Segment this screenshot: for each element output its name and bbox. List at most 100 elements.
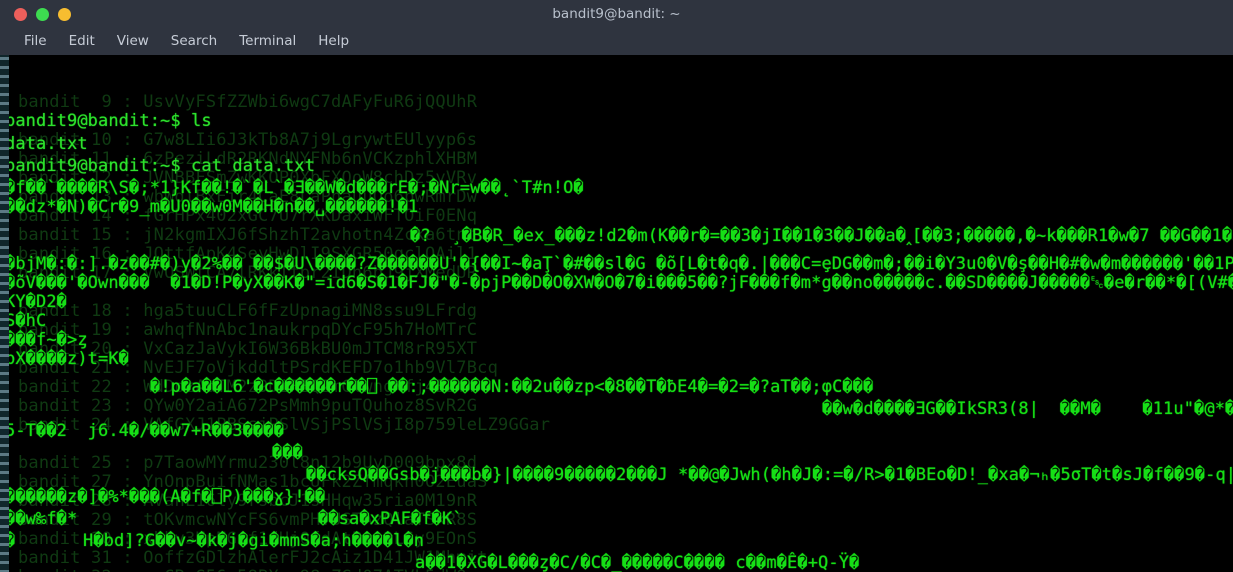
terminal-window: bandit9@bandit: ~ File Edit View Search … xyxy=(0,0,1233,572)
scrollbar-tick xyxy=(0,183,9,186)
scrollbar-tick xyxy=(0,255,9,258)
scrollbar-tick xyxy=(0,309,9,312)
binary-output-line: ���f~�>ȥ xyxy=(5,330,88,350)
scrollbar-tick xyxy=(0,210,9,213)
scrollbar-tick xyxy=(0,552,9,555)
binary-output-line: 5-T��2 j6.4�/��w7+R��3���� xyxy=(5,421,285,441)
scrollback-line: bandit 19 : awhqfNnAbc1naukrpqDYcF95h7Ho… xyxy=(18,320,478,340)
scrollback-line: bandit 27 : YnOnpBuifNMas1bcUFk2Zfmqkh0O… xyxy=(18,472,488,492)
scrollbar-tick xyxy=(0,138,9,141)
scrollbar-tick xyxy=(0,444,9,447)
scrollback-line: bandit 31 : OoffzGDlzhAlerFJ2cAiz1D41JW1… xyxy=(18,548,488,568)
binary-output-line: ��cksQ��Gsb�j���b�}|����9�����2���J *��@… xyxy=(306,465,1233,485)
binary-output-line: ��sa�xPAF�f�K` xyxy=(318,509,463,529)
scrollbar-tick xyxy=(0,480,9,483)
scrollbar-tick xyxy=(0,345,9,348)
terminal-foreground-text: bandit9@bandit:~$ ls data.txt bandit9@band… xyxy=(0,55,1233,572)
scrollbar-tick xyxy=(0,399,9,402)
binary-output-line: ��w�d����ƎG��IkSR3(8| ��M� �11u"�@*�;� xyxy=(822,399,1233,419)
scrollbar-tick xyxy=(0,516,9,519)
title-bar: bandit9@bandit: ~ xyxy=(0,0,1233,28)
scrollbar-tick xyxy=(0,561,9,564)
scrollback-line: bandit 15 : jN2kgmIXJ6fShzhT2avhotn4Zcka… xyxy=(18,225,478,245)
scrollback-line: bandit 10 : G7w8LIi6J3kTb8A7j9LgrywtEUly… xyxy=(18,130,478,150)
scrollback-line: bandit 20 : VxCazJaVykI6W36BkBU0mJTCM8rR… xyxy=(18,339,478,359)
scrollback-line: bandit 24 : VAfGXJ1PBSsjPSlVSjPSlVSjI8p7… xyxy=(18,415,551,435)
scrollbar-tick xyxy=(0,165,9,168)
scrollbar-tick xyxy=(0,75,9,78)
scrollbar-tick xyxy=(0,66,9,69)
scrollbar-tick xyxy=(0,462,9,465)
scrollbar-tick xyxy=(0,84,9,87)
scrollback-line: bandit 18 : hga5tuuCLF6fFzUpnagiMN8ssu9L… xyxy=(18,301,478,321)
command-output-line: data.txt xyxy=(5,134,88,154)
menu-item-search[interactable]: Search xyxy=(160,31,228,52)
scrollback-line: bandit 25 : p7TaowMYrmu230l8n12b9UyD009b… xyxy=(18,453,478,473)
scrollback-line: bandit 32 : rmCBvG56y58BXzv98yZGd07ATVL5… xyxy=(18,568,477,572)
scrollback-line: bandit 12 : JVNBBFSmZwKKOP0XbFXOoW8chDz5… xyxy=(18,168,478,188)
scrollbar-tick xyxy=(0,120,9,123)
menu-item-file[interactable]: File xyxy=(13,31,58,52)
scrollback-line: bandit 30 : xbhv3HpNGtf1dHj0fdAtPzc2L6y9… xyxy=(18,529,478,549)
menu-item-terminal[interactable]: Terminal xyxy=(228,31,307,52)
scrollbar-tick xyxy=(0,273,9,276)
scrollbar-tick xyxy=(0,147,9,150)
minimize-window-button[interactable] xyxy=(36,7,49,21)
close-window-button[interactable] xyxy=(14,7,27,21)
binary-output-line: �õV���'�Own��� �1�D!P�yX��K�"=id6�S�1�FJ… xyxy=(5,273,1233,293)
binary-output-line: S�hC xyxy=(5,311,47,331)
scrollback-line: bandit 14 : fGrHPx402xGC7U7rXKDaxiWFTOiF… xyxy=(18,206,478,226)
scrollbar-tick xyxy=(0,543,9,546)
scrollback-line: bandit 28 : AVanL16ly9rsbcJ1sHHqw35ria0M… xyxy=(18,491,478,511)
scrollbar-tick xyxy=(0,219,9,222)
scrollbar-tick xyxy=(0,282,9,285)
menu-item-view[interactable]: View xyxy=(106,31,160,52)
scrollbar-tick xyxy=(0,453,9,456)
scrollback-line: bandit 22 : WdDozAdTM2z9DiFEQ2mGlwngMfj4… xyxy=(18,377,478,397)
scrollbar-tick xyxy=(0,471,9,474)
scrollback-line: bandit 21 : NvEJF7oVjkddltPSrdKEFD7o1hb9… xyxy=(18,358,499,378)
maximize-window-button[interactable] xyxy=(58,7,71,21)
binary-output-line: �!p�a��L6'�c������r��⎕ ��:;������N:��2u�… xyxy=(150,377,874,397)
scrollbar-tick xyxy=(0,354,9,357)
scrollbar-tick xyxy=(0,111,9,114)
scrollbar-tick xyxy=(0,426,9,429)
scrollbar-tick xyxy=(0,390,9,393)
shell-prompt-line: bandit9@bandit:~$ ls xyxy=(5,111,212,131)
menu-item-help[interactable]: Help xyxy=(307,31,360,52)
scrollbar-tick xyxy=(0,327,9,330)
scrollbar-tick xyxy=(0,192,9,195)
terminal-scrollback-ghost: bandit 9 : UsvVyFSfZZWbi6wgC7dAFyFuR6jQQ… xyxy=(0,55,1233,572)
scrollbar-tick xyxy=(0,237,9,240)
binary-output-line: ��dz*�N)�Cr�9_m�U0��w0M��H�n��␣������!�1 xyxy=(5,197,419,217)
binary-output-line: ��w‰f�* xyxy=(5,509,78,529)
terminal-scrollbar[interactable] xyxy=(0,55,9,572)
window-title: bandit9@bandit: ~ xyxy=(552,6,681,22)
scrollbar-tick xyxy=(0,246,9,249)
scrollbar-tick xyxy=(0,498,9,501)
scrollbar-tick xyxy=(0,201,9,204)
binary-output-line: ������z�]�%*���(A�f�⎕P)���ɣ}!�� xyxy=(5,487,326,507)
shell-prompt-line: bandit9@bandit:~$ cat data.txt xyxy=(5,156,316,176)
menu-item-edit[interactable]: Edit xyxy=(58,31,106,52)
scrollbar-tick xyxy=(0,174,9,177)
menu-bar: File Edit View Search Terminal Help xyxy=(0,28,1233,55)
scrollbar-tick xyxy=(0,408,9,411)
binary-output-line: �f��`����R\S�;*1}Kf��!�`�L`�Ǝ��W�d���rE�… xyxy=(5,178,584,198)
scrollbar-tick xyxy=(0,318,9,321)
scrollback-line: bandit 17 : VwOSWtCA7lRKkTfbr2IDh6bJ9jXM… xyxy=(18,263,478,283)
scrollback-line: bandit 16 : JQttfApK4SeyHwDlI9SXGR50qclO… xyxy=(18,244,478,264)
binary-output-line: KY�D2� xyxy=(5,292,68,312)
scrollbar-tick xyxy=(0,372,9,375)
binary-output-line: �bjM�:�:].�z��#�)y�2%�� ��$�U\����?Z����… xyxy=(5,254,1233,274)
scrollback-line: bandit 23 : QYw0Y2aiA672PsMmh9puTQuhoz8S… xyxy=(18,396,478,416)
scrollbar-tick xyxy=(0,228,9,231)
binary-output-line: ��� xyxy=(272,443,304,463)
scrollbar-tick xyxy=(0,291,9,294)
scrollbar-tick xyxy=(0,264,9,267)
scrollback-line: bandit 29 : tOKvmcwNYcFS6vmPHTUSTAzQlaTS… xyxy=(18,510,478,530)
scrollback-line: bandit 11 : 6zPeziLdR2RKNdNYFNb6nVCKzphl… xyxy=(18,149,478,169)
terminal-output-area[interactable]: bandit 9 : UsvVyFSfZZWbi6wgC7dAFyFuR6jQQ… xyxy=(0,55,1233,572)
scrollbar-tick xyxy=(0,507,9,510)
scrollbar-tick xyxy=(0,102,9,105)
